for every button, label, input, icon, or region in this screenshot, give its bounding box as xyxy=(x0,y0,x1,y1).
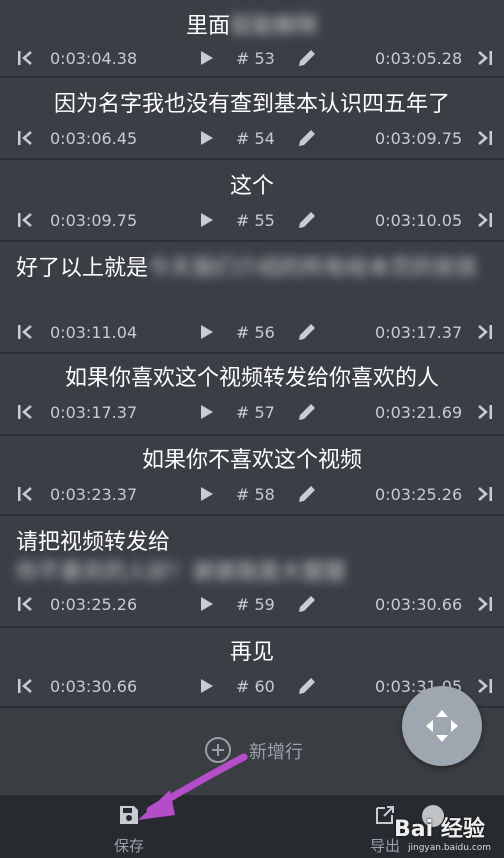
subtitle-text[interactable]: 这个 xyxy=(0,172,504,202)
subtitle-card[interactable]: 如果你不喜欢这个视频 0:03:23.37 # 58 0:03:25.26 xyxy=(0,436,504,516)
end-time[interactable]: 0:03:30.66 xyxy=(375,595,462,614)
start-time[interactable]: 0:03:06.45 xyxy=(50,129,137,148)
skip-next-icon[interactable] xyxy=(476,48,494,68)
end-time[interactable]: 0:03:17.37 xyxy=(375,323,462,342)
skip-previous-icon[interactable] xyxy=(16,402,34,422)
subtitle-text[interactable]: 如果你不喜欢这个视频 xyxy=(0,446,504,476)
subtitle-card[interactable]: 里面挺能解释 0:03:04.38 # 53 0:03:05.28 xyxy=(0,0,504,78)
subtitle-controls: 0:03:23.37 # 58 0:03:25.26 xyxy=(0,482,504,508)
pencil-icon[interactable] xyxy=(296,593,318,615)
save-floppy-icon xyxy=(120,806,138,824)
subtitle-controls: 0:03:04.38 # 53 0:03:05.28 xyxy=(0,46,504,72)
start-time[interactable]: 0:03:09.75 xyxy=(50,211,137,230)
line-number: # 54 xyxy=(236,129,275,148)
move-arrows-icon xyxy=(426,710,458,742)
subtitle-controls: 0:03:11.04 # 56 0:03:17.37 xyxy=(0,320,504,346)
skip-next-icon[interactable] xyxy=(476,594,494,614)
skip-previous-icon[interactable] xyxy=(16,484,34,504)
subtitle-card[interactable]: 请把视频转发给你不喜欢的人好！谢谢我是大猩猩 0:03:25.26 # 59 0… xyxy=(0,516,504,628)
play-icon[interactable] xyxy=(199,485,215,503)
pencil-icon[interactable] xyxy=(296,483,318,505)
play-icon[interactable] xyxy=(199,211,215,229)
pencil-icon[interactable] xyxy=(296,401,318,423)
subtitle-controls: 0:03:09.75 # 55 0:03:10.05 xyxy=(0,208,504,234)
subtitle-card[interactable]: 好了以上就是今天我们介绍的所有给本页的安抚 0:03:11.04 # 56 0:… xyxy=(0,242,504,354)
skip-next-icon[interactable] xyxy=(476,210,494,230)
start-time[interactable]: 0:03:17.37 xyxy=(50,403,137,422)
baidu-watermark: Bai 经验 jingyan.baidu.com xyxy=(380,803,504,858)
play-icon[interactable] xyxy=(199,129,215,147)
start-time[interactable]: 0:03:25.26 xyxy=(50,595,137,614)
save-label: 保存 xyxy=(113,837,144,855)
line-number: # 60 xyxy=(236,677,275,696)
move-fab-button[interactable] xyxy=(402,686,482,766)
end-time[interactable]: 0:03:25.26 xyxy=(375,485,462,504)
start-time[interactable]: 0:03:30.66 xyxy=(50,677,137,696)
skip-next-icon[interactable] xyxy=(476,322,494,342)
skip-previous-icon[interactable] xyxy=(16,676,34,696)
line-number: # 53 xyxy=(236,49,275,68)
save-button[interactable]: 保存 xyxy=(104,803,154,856)
add-row-label: 新增行 xyxy=(249,742,303,763)
pencil-icon[interactable] xyxy=(296,209,318,231)
skip-previous-icon[interactable] xyxy=(16,322,34,342)
skip-previous-icon[interactable] xyxy=(16,48,34,68)
watermark-url: jingyan.baidu.com xyxy=(408,843,492,853)
end-time[interactable]: 0:03:05.28 xyxy=(375,49,462,68)
subtitle-text[interactable]: 好了以上就是今天我们介绍的所有给本页的安抚 xyxy=(16,254,496,284)
line-number: # 57 xyxy=(236,403,275,422)
end-time[interactable]: 0:03:10.05 xyxy=(375,211,462,230)
start-time[interactable]: 0:03:11.04 xyxy=(50,323,137,342)
start-time[interactable]: 0:03:23.37 xyxy=(50,485,137,504)
subtitle-text[interactable]: 再见 xyxy=(0,638,504,668)
skip-previous-icon[interactable] xyxy=(16,128,34,148)
pencil-icon[interactable] xyxy=(296,321,318,343)
play-icon[interactable] xyxy=(199,677,215,695)
subtitle-card[interactable]: 如果你喜欢这个视频转发给你喜欢的人 0:03:17.37 # 57 0:03:2… xyxy=(0,354,504,436)
subtitle-text[interactable]: 请把视频转发给你不喜欢的人好！谢谢我是大猩猩 xyxy=(16,528,496,588)
subtitle-card[interactable]: 这个 0:03:09.75 # 55 0:03:10.05 xyxy=(0,160,504,242)
play-icon[interactable] xyxy=(199,595,215,613)
watermark-text: Bai 经验 xyxy=(394,817,485,842)
skip-next-icon[interactable] xyxy=(476,128,494,148)
play-icon[interactable] xyxy=(199,49,215,67)
end-time[interactable]: 0:03:21.69 xyxy=(375,403,462,422)
pencil-icon[interactable] xyxy=(296,675,318,697)
subtitle-controls: 0:03:06.45 # 54 0:03:09.75 xyxy=(0,126,504,152)
subtitle-controls: 0:03:17.37 # 57 0:03:21.69 xyxy=(0,400,504,426)
line-number: # 59 xyxy=(236,595,275,614)
subtitle-text[interactable]: 里面挺能解释 xyxy=(0,12,504,42)
skip-previous-icon[interactable] xyxy=(16,594,34,614)
subtitle-card[interactable]: 因为名字我也没有查到基本认识四五年了 0:03:06.45 # 54 0:03:… xyxy=(0,78,504,160)
end-time[interactable]: 0:03:09.75 xyxy=(375,129,462,148)
skip-next-icon[interactable] xyxy=(476,402,494,422)
pencil-icon[interactable] xyxy=(296,47,318,69)
add-circle-icon xyxy=(205,737,231,763)
line-number: # 58 xyxy=(236,485,275,504)
play-icon[interactable] xyxy=(199,323,215,341)
subtitle-text[interactable]: 因为名字我也没有查到基本认识四五年了 xyxy=(0,90,504,120)
start-time[interactable]: 0:03:04.38 xyxy=(50,49,137,68)
subtitle-controls: 0:03:25.26 # 59 0:03:30.66 xyxy=(0,592,504,618)
subtitle-text[interactable]: 如果你喜欢这个视频转发给你喜欢的人 xyxy=(0,364,504,394)
line-number: # 55 xyxy=(236,211,275,230)
pencil-icon[interactable] xyxy=(296,127,318,149)
line-number: # 56 xyxy=(236,323,275,342)
skip-previous-icon[interactable] xyxy=(16,210,34,230)
play-icon[interactable] xyxy=(199,403,215,421)
skip-next-icon[interactable] xyxy=(476,484,494,504)
